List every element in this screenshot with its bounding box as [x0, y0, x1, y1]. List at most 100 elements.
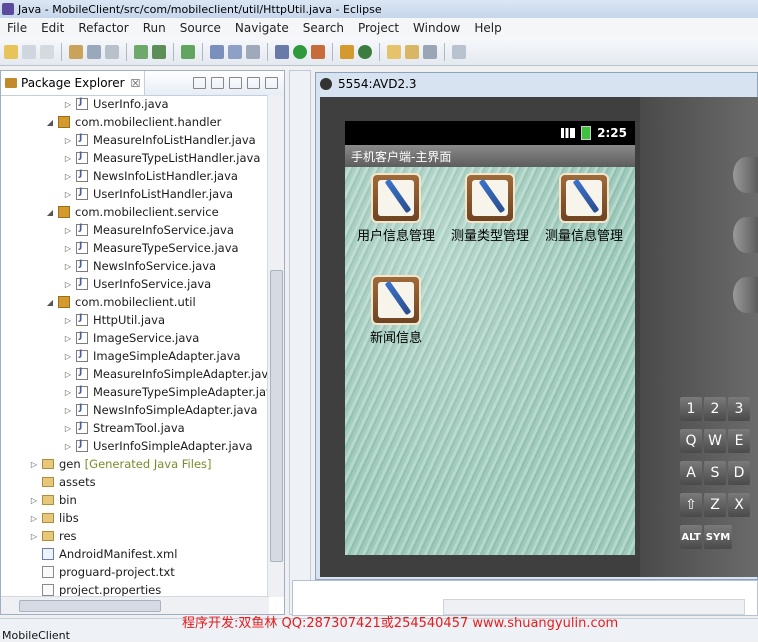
tree-item[interactable]: ▷ MeasureInfoListHandler.java [63, 131, 256, 149]
key-d[interactable]: D [728, 461, 750, 485]
back-button[interactable] [733, 277, 758, 313]
tree-item[interactable]: ▷ StreamTool.java [63, 419, 185, 437]
tree-item[interactable]: ▷ MeasureInfoSimpleAdapter.java [63, 365, 269, 383]
menu-button[interactable] [733, 217, 758, 253]
save-icon[interactable] [22, 44, 36, 59]
tree-item[interactable]: assets [29, 473, 96, 491]
expand-arrow-icon[interactable]: ▷ [63, 154, 73, 163]
key-alt[interactable]: ALT [680, 525, 702, 549]
new-icon[interactable] [4, 44, 18, 59]
expand-arrow-icon[interactable]: ▷ [63, 262, 73, 271]
tree-item[interactable]: ▷ UserInfoService.java [63, 275, 211, 293]
key-z[interactable]: Z [704, 493, 726, 517]
link-with-editor-icon[interactable] [211, 77, 224, 89]
menu-window[interactable]: Window [406, 21, 467, 35]
brush-icon[interactable] [423, 44, 437, 59]
expand-arrow-icon[interactable]: ▷ [63, 226, 73, 235]
expand-arrow-icon[interactable]: ▷ [63, 334, 73, 343]
key-q[interactable]: Q [680, 429, 702, 453]
collapse-arrow-icon[interactable]: ◢ [45, 118, 55, 127]
tree-item[interactable]: ▷ UserInfoListHandler.java [63, 185, 233, 203]
tree-item[interactable]: ▷ MeasureTypeSimpleAdapter.java [63, 383, 269, 401]
avd-manager-icon[interactable] [152, 44, 166, 59]
interface-icon[interactable] [246, 44, 260, 59]
menu-project[interactable]: Project [351, 21, 406, 35]
external-tools-icon[interactable] [311, 44, 325, 59]
tree-item[interactable]: ◢ com.mobileclient.handler [45, 113, 221, 131]
wand-icon[interactable] [69, 44, 83, 59]
menu-search[interactable]: Search [296, 21, 351, 35]
expand-arrow-icon[interactable]: ▷ [29, 496, 39, 505]
expand-arrow-icon[interactable]: ▷ [29, 514, 39, 523]
expand-arrow-icon[interactable]: ▷ [63, 370, 73, 379]
tree-item[interactable]: ▷ gen [Generated Java Files] [29, 455, 212, 473]
run-icon[interactable] [293, 44, 307, 59]
tree-item[interactable]: AndroidManifest.xml [29, 545, 177, 563]
home-button[interactable] [733, 157, 758, 193]
layout-icon[interactable] [210, 44, 224, 59]
maximize-icon[interactable] [265, 77, 278, 89]
tree-item[interactable]: ▷ NewsInfoService.java [63, 257, 216, 275]
expand-arrow-icon[interactable]: ▷ [63, 172, 73, 181]
expand-arrow-icon[interactable]: ▷ [63, 424, 73, 433]
scrollbar-thumb[interactable] [19, 600, 161, 612]
close-icon[interactable]: ☒ [131, 77, 141, 90]
tree-item[interactable]: ▷ MeasureTypeListHandler.java [63, 149, 260, 167]
collapse-all-icon[interactable] [193, 77, 206, 89]
expand-arrow-icon[interactable]: ▷ [63, 100, 73, 109]
menu-run[interactable]: Run [136, 21, 173, 35]
tree-item[interactable]: ▷ ImageSimpleAdapter.java [63, 347, 241, 365]
expand-arrow-icon[interactable]: ▷ [63, 316, 73, 325]
bug-icon[interactable] [275, 44, 289, 59]
expand-arrow-icon[interactable]: ▷ [63, 352, 73, 361]
tab-package-explorer[interactable]: Package Explorer ☒ [1, 71, 146, 95]
terminal-icon[interactable] [105, 44, 119, 59]
tree-item[interactable]: ▷ MeasureTypeService.java [63, 239, 239, 257]
key-x[interactable]: X [728, 493, 750, 517]
tree-item[interactable]: ▷ ImageService.java [63, 329, 199, 347]
key-3[interactable]: 3 [728, 397, 750, 421]
app-news[interactable]: 新闻信息 [349, 275, 443, 346]
tree-item[interactable]: ▷ UserInfoSimpleAdapter.java [63, 437, 253, 455]
minimize-icon[interactable] [247, 77, 260, 89]
menu-refactor[interactable]: Refactor [71, 21, 135, 35]
tree-item[interactable]: ▷ NewsInfoSimpleAdapter.java [63, 401, 258, 419]
tree-item[interactable]: ▷ HttpUtil.java [63, 311, 165, 329]
tree-item[interactable]: ▷ bin [29, 491, 77, 509]
tree-item[interactable]: ▷ NewsInfoListHandler.java [63, 167, 238, 185]
expand-arrow-icon[interactable]: ▷ [63, 406, 73, 415]
open-folder-icon[interactable] [387, 44, 401, 59]
collapse-arrow-icon[interactable]: ◢ [45, 298, 55, 307]
expand-arrow-icon[interactable]: ▷ [29, 532, 39, 541]
expand-arrow-icon[interactable]: ▷ [63, 280, 73, 289]
menu-file[interactable]: File [0, 21, 34, 35]
expand-arrow-icon[interactable]: ▷ [63, 388, 73, 397]
expand-arrow-icon[interactable]: ▷ [63, 442, 73, 451]
expand-arrow-icon[interactable]: ▷ [63, 136, 73, 145]
scrollbar-thumb[interactable] [270, 270, 283, 562]
tree-item[interactable]: ▷ UserInfo.java [63, 95, 169, 113]
navigate-icon[interactable] [452, 44, 466, 59]
expand-arrow-icon[interactable]: ▷ [63, 244, 73, 253]
app-measure-info[interactable]: 测量信息管理 [537, 173, 631, 244]
menu-source[interactable]: Source [173, 21, 228, 35]
menu-edit[interactable]: Edit [34, 21, 71, 35]
app-user-info[interactable]: 用户信息管理 [349, 173, 443, 244]
tree-item[interactable]: ▷ libs [29, 509, 79, 527]
key-sym[interactable]: SYM [704, 525, 732, 549]
tree-item[interactable]: ◢ com.mobileclient.service [45, 203, 219, 221]
class-icon[interactable] [228, 44, 242, 59]
menu-help[interactable]: Help [467, 21, 508, 35]
new-class-icon[interactable] [358, 44, 372, 59]
android-sdk-icon[interactable] [134, 44, 148, 59]
key-s[interactable]: S [704, 461, 726, 485]
tree-item[interactable]: ◢ com.mobileclient.util [45, 293, 196, 311]
build-icon[interactable] [87, 44, 101, 59]
open-type-icon[interactable] [405, 44, 419, 59]
expand-arrow-icon[interactable]: ▷ [63, 190, 73, 199]
view-menu-icon[interactable] [229, 77, 242, 89]
app-measure-type[interactable]: 测量类型管理 [443, 173, 537, 244]
checkbox-icon[interactable] [181, 44, 195, 59]
tree-item[interactable]: ▷ MeasureInfoService.java [63, 221, 234, 239]
menu-navigate[interactable]: Navigate [228, 21, 296, 35]
